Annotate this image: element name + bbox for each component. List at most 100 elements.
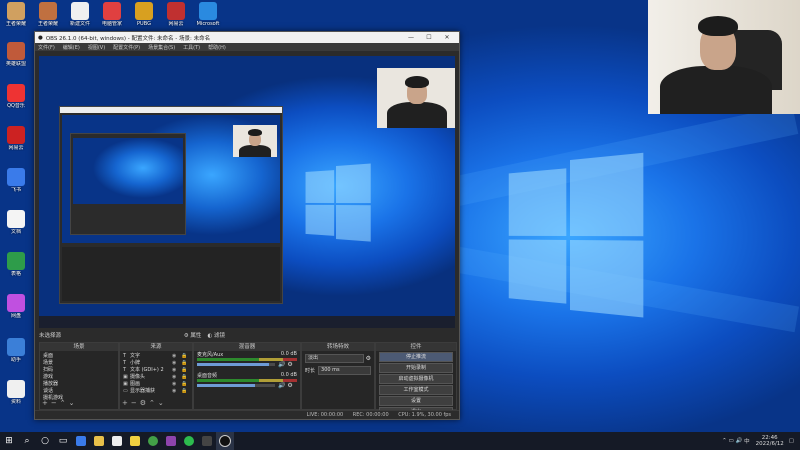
menu-profile[interactable]: 配置文件(P) [113, 44, 140, 51]
virtual-camera-button[interactable]: 启动虚拟摄像机 [379, 374, 453, 384]
desktop-icon[interactable]: 网易云 [0, 126, 32, 151]
taskbar-app-icon[interactable] [144, 432, 162, 450]
scene-item[interactable]: 游戏 [43, 374, 116, 381]
desktop-icon[interactable]: 助手 [0, 338, 32, 363]
volume-slider[interactable] [197, 363, 275, 366]
menu-view[interactable]: 视图(V) [88, 44, 105, 51]
lock-icon: 🔒 [181, 353, 188, 359]
stop-streaming-button[interactable]: 停止推流 [379, 352, 453, 362]
clock[interactable]: 22:46 2022/6/12 [756, 435, 784, 447]
preview-canvas[interactable] [39, 56, 455, 328]
controls-dock: 控件 停止推流 开始录制 启动虚拟摄像机 工作室模式 设置 退出 [375, 342, 457, 417]
gear-icon[interactable]: ⚙ [366, 355, 371, 362]
settings-button[interactable]: 设置 [379, 396, 453, 406]
app-icon [7, 252, 25, 270]
cpu-usage: CPU: 1.9%, 30.00 fps [398, 412, 451, 418]
notification-icon[interactable]: ▢ [789, 438, 794, 444]
desktop-icon[interactable]: 王者荣耀 [0, 2, 32, 27]
desktop-icon[interactable]: Microsoft [192, 2, 224, 27]
desktop-icon[interactable]: 资料 [0, 380, 32, 405]
menu-tools[interactable]: 工具(T) [183, 44, 200, 51]
mixer-channel: 麦克风/Aux 0.0 dB 🔊 ⚙ [197, 351, 297, 368]
windows-logo [508, 152, 644, 318]
preview-taskbar [39, 316, 455, 328]
filters-button[interactable]: ◐ 滤镜 [207, 331, 225, 339]
desktop-icon[interactable]: 电脑管家 [96, 2, 128, 27]
scene-item[interactable]: 播放器 [43, 381, 116, 388]
taskbar-app-icon[interactable] [126, 432, 144, 450]
scene-item[interactable]: 扫码 [43, 367, 116, 374]
network-icon[interactable]: ▭ [729, 438, 734, 444]
start-windows-icon[interactable]: ⊞ [0, 432, 18, 450]
menu-help[interactable]: 帮助(H) [208, 44, 226, 51]
desktop-icon[interactable]: PUBG [128, 2, 160, 27]
desktop-icon[interactable]: 网易云 [160, 2, 192, 27]
source-item[interactable]: T 文本 (GDI+) 2 ◉ 🔒 [123, 367, 190, 374]
taskbar-app-icon[interactable] [162, 432, 180, 450]
transition-select[interactable]: 淡出 [305, 354, 364, 363]
source-item[interactable]: ▭ 显示器捕获 ◉ 🔒 [123, 388, 190, 395]
desktop-icon[interactable]: 王者荣耀 [32, 2, 64, 27]
eye-icon: ◉ [172, 353, 177, 359]
maximize-icon[interactable]: ☐ [420, 34, 438, 41]
menu-edit[interactable]: 编辑(E) [63, 44, 80, 51]
gear-icon[interactable]: ⚙ [287, 361, 292, 368]
menu-file[interactable]: 文件(F) [38, 44, 55, 51]
mixer-dock: 混音器 麦克风/Aux 0.0 dB 🔊 ⚙ 桌面音频 0.0 dB 🔊 ⚙ [193, 342, 301, 410]
source-item[interactable]: T 文字 ◉ 🔒 [123, 353, 190, 360]
obs-taskbar-icon[interactable] [216, 432, 234, 450]
camera-source-icon: ▣ [123, 374, 128, 380]
task-view-icon[interactable]: ▭ [54, 432, 72, 450]
studio-mode-button[interactable]: 工作室模式 [379, 385, 453, 395]
desktop-icon[interactable]: QQ音乐 [0, 84, 32, 109]
rec-timer: REC: 00:00:00 [352, 412, 389, 418]
menu-scene-collection[interactable]: 场景集合(S) [148, 44, 175, 51]
ime-icon[interactable]: 中 [744, 437, 750, 445]
desktop-icon[interactable]: 新建文件 [64, 2, 96, 27]
source-item[interactable]: ▣ 摄像头 ◉ 🔒 [123, 374, 190, 381]
live-timer: LIVE: 00:00:00 [306, 412, 344, 418]
speaker-icon[interactable]: 🔊 [278, 382, 285, 389]
scene-item[interactable]: 场景 [43, 360, 116, 367]
folder-icon[interactable] [90, 432, 108, 450]
gear-icon[interactable]: ⚙ [287, 382, 292, 389]
lock-icon: 🔒 [181, 367, 188, 373]
mixer-channel: 桌面音频 0.0 dB 🔊 ⚙ [197, 372, 297, 389]
taskbar-app-icon[interactable] [72, 432, 90, 450]
cortana-icon[interactable]: ○ [36, 432, 54, 450]
person [660, 66, 772, 114]
source-item[interactable]: ▣ 图画 ◉ 🔒 [123, 381, 190, 388]
speaker-icon[interactable]: 🔊 [278, 361, 285, 368]
app-icon [71, 2, 89, 20]
wechat-icon[interactable] [180, 432, 198, 450]
search-icon[interactable]: ⌕ [18, 432, 36, 450]
obs-titlebar[interactable]: ● OBS 26.1.0 (64-bit, windows) - 配置文件: 未… [35, 32, 459, 43]
desktop-icon[interactable]: 网盘 [0, 294, 32, 319]
volume-slider[interactable] [197, 384, 275, 387]
source-item[interactable]: T 小牌 ◉ 🔒 [123, 360, 190, 367]
nested-obs-preview [59, 106, 283, 304]
close-icon[interactable]: ✕ [438, 34, 456, 41]
app-icon [7, 294, 25, 312]
eye-icon: ◉ [172, 360, 177, 366]
taskbar-app-icon[interactable] [108, 432, 126, 450]
app-icon [7, 2, 25, 20]
taskbar-app-icon[interactable] [198, 432, 216, 450]
desktop-icon[interactable]: 文档 [0, 210, 32, 235]
desktop-icon[interactable]: 英雄联盟 [0, 42, 32, 67]
obs-window[interactable]: ● OBS 26.1.0 (64-bit, windows) - 配置文件: 未… [34, 31, 460, 420]
desktop-icon[interactable]: 表格 [0, 252, 32, 277]
scene-toolbar[interactable]: +−⌃⌄ [42, 399, 77, 407]
source-toolbar[interactable]: +−⚙⌃⌄ [122, 399, 167, 407]
app-icon [7, 126, 25, 144]
duration-field[interactable]: 300 ms [318, 366, 371, 375]
properties-button[interactable]: ⚙ 属性 [184, 331, 202, 339]
start-recording-button[interactable]: 开始录制 [379, 363, 453, 373]
chevron-up-icon[interactable]: ⌃ [722, 438, 727, 444]
minimize-icon[interactable]: — [402, 34, 420, 41]
scene-item[interactable]: 桌面 [43, 353, 116, 360]
scene-item[interactable]: 谈话 [43, 388, 116, 395]
volume-icon[interactable]: 🔊 [735, 438, 742, 444]
desktop-icon[interactable]: 飞书 [0, 168, 32, 193]
audio-meter [197, 379, 297, 382]
